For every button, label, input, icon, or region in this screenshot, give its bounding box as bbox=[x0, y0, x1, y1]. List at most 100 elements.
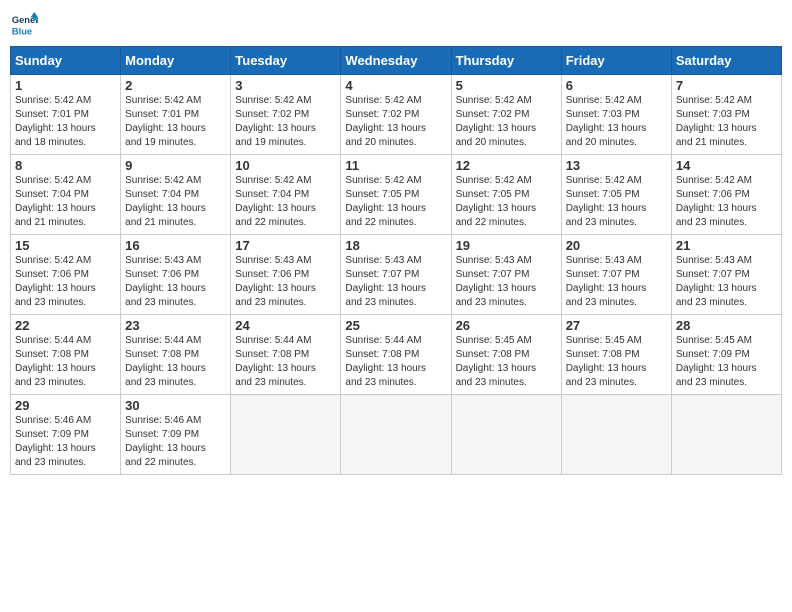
day-cell: 19Sunrise: 5:43 AM Sunset: 7:07 PM Dayli… bbox=[451, 235, 561, 315]
day-number: 3 bbox=[235, 78, 336, 93]
day-cell: 10Sunrise: 5:42 AM Sunset: 7:04 PM Dayli… bbox=[231, 155, 341, 235]
day-number: 11 bbox=[345, 158, 446, 173]
logo-icon: General Blue bbox=[10, 10, 38, 38]
day-number: 7 bbox=[676, 78, 777, 93]
day-info: Sunrise: 5:42 AM Sunset: 7:04 PM Dayligh… bbox=[125, 174, 226, 230]
day-cell: 24Sunrise: 5:44 AM Sunset: 7:08 PM Dayli… bbox=[231, 315, 341, 395]
day-info: Sunrise: 5:43 AM Sunset: 7:07 PM Dayligh… bbox=[345, 254, 446, 310]
day-info: Sunrise: 5:44 AM Sunset: 7:08 PM Dayligh… bbox=[345, 334, 446, 390]
column-header-monday: Monday bbox=[121, 47, 231, 75]
day-number: 6 bbox=[566, 78, 667, 93]
day-number: 17 bbox=[235, 238, 336, 253]
day-info: Sunrise: 5:44 AM Sunset: 7:08 PM Dayligh… bbox=[235, 334, 336, 390]
day-cell: 5Sunrise: 5:42 AM Sunset: 7:02 PM Daylig… bbox=[451, 75, 561, 155]
day-cell: 15Sunrise: 5:42 AM Sunset: 7:06 PM Dayli… bbox=[11, 235, 121, 315]
day-info: Sunrise: 5:42 AM Sunset: 7:06 PM Dayligh… bbox=[676, 174, 777, 230]
column-header-saturday: Saturday bbox=[671, 47, 781, 75]
day-cell: 17Sunrise: 5:43 AM Sunset: 7:06 PM Dayli… bbox=[231, 235, 341, 315]
day-info: Sunrise: 5:44 AM Sunset: 7:08 PM Dayligh… bbox=[15, 334, 116, 390]
day-info: Sunrise: 5:42 AM Sunset: 7:03 PM Dayligh… bbox=[676, 94, 777, 150]
day-cell: 30Sunrise: 5:46 AM Sunset: 7:09 PM Dayli… bbox=[121, 395, 231, 475]
day-number: 25 bbox=[345, 318, 446, 333]
day-cell: 12Sunrise: 5:42 AM Sunset: 7:05 PM Dayli… bbox=[451, 155, 561, 235]
day-cell: 4Sunrise: 5:42 AM Sunset: 7:02 PM Daylig… bbox=[341, 75, 451, 155]
column-header-tuesday: Tuesday bbox=[231, 47, 341, 75]
calendar-header-row: SundayMondayTuesdayWednesdayThursdayFrid… bbox=[11, 47, 782, 75]
day-number: 24 bbox=[235, 318, 336, 333]
column-header-thursday: Thursday bbox=[451, 47, 561, 75]
logo: General Blue bbox=[10, 10, 40, 38]
day-info: Sunrise: 5:42 AM Sunset: 7:06 PM Dayligh… bbox=[15, 254, 116, 310]
day-number: 19 bbox=[456, 238, 557, 253]
day-info: Sunrise: 5:42 AM Sunset: 7:02 PM Dayligh… bbox=[456, 94, 557, 150]
page-header: General Blue bbox=[10, 10, 782, 38]
day-number: 22 bbox=[15, 318, 116, 333]
day-number: 29 bbox=[15, 398, 116, 413]
day-number: 10 bbox=[235, 158, 336, 173]
day-number: 23 bbox=[125, 318, 226, 333]
day-cell: 26Sunrise: 5:45 AM Sunset: 7:08 PM Dayli… bbox=[451, 315, 561, 395]
day-info: Sunrise: 5:42 AM Sunset: 7:05 PM Dayligh… bbox=[456, 174, 557, 230]
day-cell bbox=[671, 395, 781, 475]
week-row-2: 8Sunrise: 5:42 AM Sunset: 7:04 PM Daylig… bbox=[11, 155, 782, 235]
day-info: Sunrise: 5:46 AM Sunset: 7:09 PM Dayligh… bbox=[15, 414, 116, 470]
day-cell: 16Sunrise: 5:43 AM Sunset: 7:06 PM Dayli… bbox=[121, 235, 231, 315]
day-number: 30 bbox=[125, 398, 226, 413]
day-info: Sunrise: 5:43 AM Sunset: 7:07 PM Dayligh… bbox=[456, 254, 557, 310]
day-info: Sunrise: 5:45 AM Sunset: 7:08 PM Dayligh… bbox=[456, 334, 557, 390]
day-info: Sunrise: 5:42 AM Sunset: 7:02 PM Dayligh… bbox=[235, 94, 336, 150]
day-number: 12 bbox=[456, 158, 557, 173]
day-cell: 28Sunrise: 5:45 AM Sunset: 7:09 PM Dayli… bbox=[671, 315, 781, 395]
day-info: Sunrise: 5:42 AM Sunset: 7:05 PM Dayligh… bbox=[566, 174, 667, 230]
day-number: 14 bbox=[676, 158, 777, 173]
column-header-wednesday: Wednesday bbox=[341, 47, 451, 75]
day-cell: 14Sunrise: 5:42 AM Sunset: 7:06 PM Dayli… bbox=[671, 155, 781, 235]
day-cell bbox=[231, 395, 341, 475]
day-info: Sunrise: 5:42 AM Sunset: 7:05 PM Dayligh… bbox=[345, 174, 446, 230]
day-number: 9 bbox=[125, 158, 226, 173]
day-info: Sunrise: 5:42 AM Sunset: 7:04 PM Dayligh… bbox=[15, 174, 116, 230]
day-number: 28 bbox=[676, 318, 777, 333]
day-info: Sunrise: 5:42 AM Sunset: 7:04 PM Dayligh… bbox=[235, 174, 336, 230]
day-cell: 21Sunrise: 5:43 AM Sunset: 7:07 PM Dayli… bbox=[671, 235, 781, 315]
day-number: 21 bbox=[676, 238, 777, 253]
day-number: 16 bbox=[125, 238, 226, 253]
day-info: Sunrise: 5:43 AM Sunset: 7:07 PM Dayligh… bbox=[676, 254, 777, 310]
day-number: 13 bbox=[566, 158, 667, 173]
day-number: 4 bbox=[345, 78, 446, 93]
day-cell: 29Sunrise: 5:46 AM Sunset: 7:09 PM Dayli… bbox=[11, 395, 121, 475]
day-cell: 27Sunrise: 5:45 AM Sunset: 7:08 PM Dayli… bbox=[561, 315, 671, 395]
day-info: Sunrise: 5:46 AM Sunset: 7:09 PM Dayligh… bbox=[125, 414, 226, 470]
day-cell: 11Sunrise: 5:42 AM Sunset: 7:05 PM Dayli… bbox=[341, 155, 451, 235]
week-row-1: 1Sunrise: 5:42 AM Sunset: 7:01 PM Daylig… bbox=[11, 75, 782, 155]
day-cell: 1Sunrise: 5:42 AM Sunset: 7:01 PM Daylig… bbox=[11, 75, 121, 155]
week-row-5: 29Sunrise: 5:46 AM Sunset: 7:09 PM Dayli… bbox=[11, 395, 782, 475]
day-number: 5 bbox=[456, 78, 557, 93]
day-cell: 18Sunrise: 5:43 AM Sunset: 7:07 PM Dayli… bbox=[341, 235, 451, 315]
day-number: 26 bbox=[456, 318, 557, 333]
svg-text:Blue: Blue bbox=[12, 26, 32, 36]
day-info: Sunrise: 5:42 AM Sunset: 7:03 PM Dayligh… bbox=[566, 94, 667, 150]
column-header-sunday: Sunday bbox=[11, 47, 121, 75]
day-number: 1 bbox=[15, 78, 116, 93]
calendar-table: SundayMondayTuesdayWednesdayThursdayFrid… bbox=[10, 46, 782, 475]
day-cell: 2Sunrise: 5:42 AM Sunset: 7:01 PM Daylig… bbox=[121, 75, 231, 155]
day-info: Sunrise: 5:43 AM Sunset: 7:06 PM Dayligh… bbox=[235, 254, 336, 310]
day-cell bbox=[561, 395, 671, 475]
day-info: Sunrise: 5:45 AM Sunset: 7:09 PM Dayligh… bbox=[676, 334, 777, 390]
day-info: Sunrise: 5:43 AM Sunset: 7:07 PM Dayligh… bbox=[566, 254, 667, 310]
day-number: 18 bbox=[345, 238, 446, 253]
day-cell bbox=[341, 395, 451, 475]
day-info: Sunrise: 5:42 AM Sunset: 7:01 PM Dayligh… bbox=[15, 94, 116, 150]
day-cell: 8Sunrise: 5:42 AM Sunset: 7:04 PM Daylig… bbox=[11, 155, 121, 235]
day-cell: 13Sunrise: 5:42 AM Sunset: 7:05 PM Dayli… bbox=[561, 155, 671, 235]
day-cell: 6Sunrise: 5:42 AM Sunset: 7:03 PM Daylig… bbox=[561, 75, 671, 155]
column-header-friday: Friday bbox=[561, 47, 671, 75]
day-number: 2 bbox=[125, 78, 226, 93]
day-info: Sunrise: 5:42 AM Sunset: 7:02 PM Dayligh… bbox=[345, 94, 446, 150]
day-number: 20 bbox=[566, 238, 667, 253]
day-cell: 23Sunrise: 5:44 AM Sunset: 7:08 PM Dayli… bbox=[121, 315, 231, 395]
day-cell: 9Sunrise: 5:42 AM Sunset: 7:04 PM Daylig… bbox=[121, 155, 231, 235]
day-number: 15 bbox=[15, 238, 116, 253]
day-info: Sunrise: 5:44 AM Sunset: 7:08 PM Dayligh… bbox=[125, 334, 226, 390]
